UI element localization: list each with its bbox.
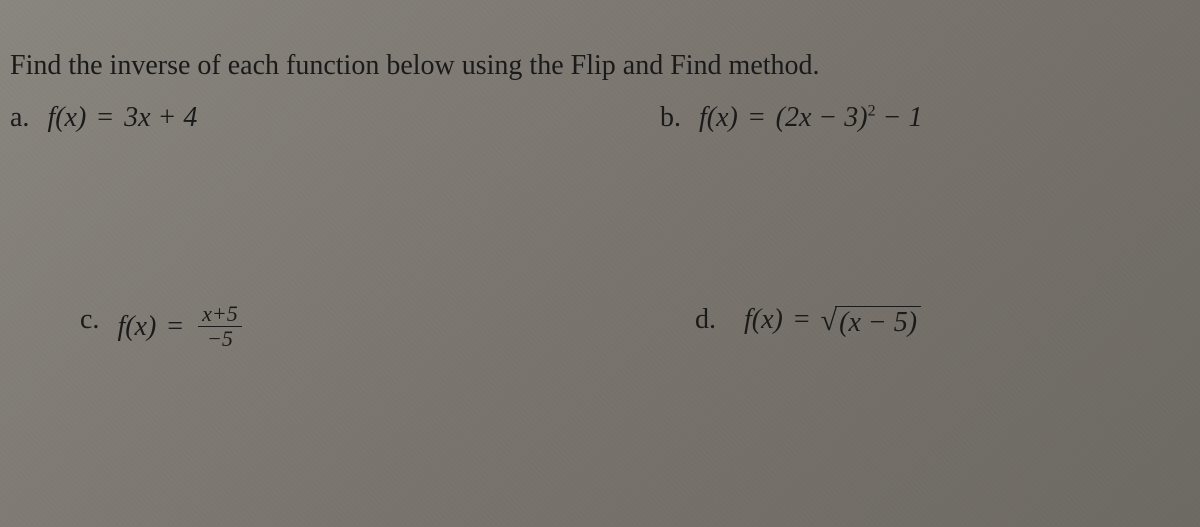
row-1: a. f(x) = 3x + 4 b. f(x) = (2x − 3)2 − 1 — [10, 102, 1190, 134]
problem-c-label: c. — [80, 304, 99, 336]
problem-b: b. f(x) = (2x − 3)2 − 1 — [540, 102, 1190, 134]
problem-d: d. f(x) = √ (x − 5) — [575, 304, 1190, 353]
problem-b-exponent: 2 — [868, 103, 876, 120]
problem-c-equation: f(x) = x+5 −5 — [117, 304, 245, 353]
problem-d-lhs: f(x) — [744, 304, 783, 335]
problem-c-denominator: −5 — [198, 327, 242, 351]
problem-a: a. f(x) = 3x + 4 — [10, 102, 540, 134]
problem-d-sqrt: √ (x − 5) — [821, 306, 921, 337]
problem-b-rhs-post: − 1 — [876, 102, 923, 133]
equals-sign: = — [167, 311, 183, 342]
equals-sign: = — [794, 304, 810, 335]
problem-c-numerator: x+5 — [198, 302, 242, 327]
problem-d-label: d. — [695, 304, 716, 336]
problem-a-label: a. — [10, 102, 29, 134]
problem-d-radicand: (x − 5) — [835, 306, 921, 337]
row-2: c. f(x) = x+5 −5 d. f(x) = √ (x − 5) — [10, 304, 1190, 353]
problem-d-equation: f(x) = √ (x − 5) — [734, 304, 921, 337]
equals-sign: = — [97, 102, 113, 133]
problem-c-lhs: f(x) — [117, 311, 156, 342]
problem-a-rhs: 3x + 4 — [124, 102, 197, 133]
problem-c-fraction: x+5 −5 — [198, 302, 242, 351]
problem-b-lhs: f(x) — [699, 102, 738, 133]
equals-sign: = — [749, 102, 765, 133]
instruction-text: Find the inverse of each function below … — [10, 50, 1190, 82]
problem-a-lhs: f(x) — [47, 102, 86, 133]
problem-c: c. f(x) = x+5 −5 — [10, 304, 575, 353]
problem-b-label: b. — [660, 102, 681, 134]
problem-b-equation: f(x) = (2x − 3)2 − 1 — [699, 102, 923, 134]
problem-b-rhs-pre: (2x − 3) — [776, 102, 868, 133]
problem-a-equation: f(x) = 3x + 4 — [47, 102, 197, 134]
